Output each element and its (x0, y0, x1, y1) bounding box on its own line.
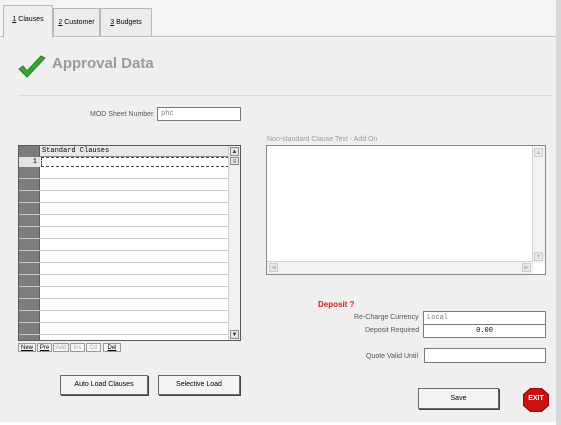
quote-valid-label: Quote Valid Until (366, 353, 419, 360)
textarea-horizontal-scrollbar[interactable]: ◀ ▶ (267, 261, 533, 274)
exit-label: EXIT (528, 395, 544, 402)
checkmark-icon (18, 55, 46, 78)
textarea-vertical-scrollbar[interactable]: ▲ ▼ (532, 146, 545, 263)
grid-vertical-scrollbar[interactable]: ▲ ≡ ▼ (228, 146, 240, 340)
table-row[interactable] (19, 203, 230, 215)
tab-budgets-label: Budgets (114, 19, 142, 26)
tab-strip-divider (0, 36, 561, 37)
scroll-up-icon[interactable]: ▲ (230, 147, 239, 156)
recharge-currency-label: Re-Charge Currency (354, 314, 419, 321)
deposit-required-label: Deposit Required (365, 327, 420, 334)
save-button[interactable]: Save (418, 388, 499, 409)
table-row[interactable] (19, 299, 230, 311)
nonstandard-textarea[interactable]: ▲ ▼ ◀ ▶ (266, 145, 546, 275)
grid-cell-active[interactable] (41, 157, 229, 167)
auto-load-clauses-button[interactable]: Auto Load Clauses (60, 375, 148, 395)
table-row[interactable] (19, 311, 230, 323)
tab-customer[interactable]: 2 Customer (53, 8, 100, 36)
grid-delete-button[interactable]: Del (103, 343, 121, 352)
tab-customer-label: Customer (62, 19, 95, 26)
row-number: 1 (19, 157, 40, 167)
grid-new-button[interactable]: New (18, 343, 36, 352)
scroll-up-icon[interactable]: ▲ (534, 148, 543, 157)
scroll-down-icon[interactable]: ▼ (534, 252, 543, 261)
scroll-down-icon[interactable]: ▼ (230, 330, 239, 339)
scroll-left-icon[interactable]: ◀ (269, 263, 278, 272)
table-row[interactable] (19, 287, 230, 299)
window-edge (556, 0, 561, 425)
tab-clauses-label: Clauses (16, 16, 44, 23)
grid-add-button[interactable]: Add (53, 343, 69, 352)
quote-valid-field[interactable] (424, 348, 546, 363)
table-row[interactable] (19, 227, 230, 239)
nonstandard-label: Non-standard Clause Text - Add On (267, 136, 378, 143)
table-row[interactable] (19, 179, 230, 191)
scroll-thumb[interactable]: ≡ (230, 157, 239, 165)
table-row[interactable] (19, 251, 230, 263)
tab-budgets[interactable]: 3 Budgets (100, 8, 152, 36)
tab-clauses[interactable]: 1 Clauses (3, 5, 53, 39)
grid-prev-button[interactable]: Pre (37, 343, 52, 352)
grid-column-header: Standard Clauses (40, 146, 232, 157)
scroll-right-icon[interactable]: ▶ (522, 263, 531, 272)
grid-insert-button[interactable]: Ins (70, 343, 85, 352)
exit-button[interactable]: EXIT (523, 388, 549, 412)
table-row[interactable] (19, 263, 230, 275)
recharge-currency-field[interactable]: Local (423, 311, 546, 325)
header-divider (18, 95, 553, 96)
table-row[interactable] (19, 275, 230, 287)
table-row[interactable] (19, 239, 230, 251)
table-row[interactable] (19, 167, 230, 179)
mod-sheet-label: MOD Sheet Number (90, 111, 154, 118)
table-row[interactable] (19, 323, 230, 335)
mod-sheet-input[interactable]: phc (157, 107, 241, 121)
selective-load-button[interactable]: Selective Load (158, 375, 240, 395)
deposit-heading: Deposit ? (318, 300, 355, 309)
grid-cd-button[interactable]: Cd (86, 343, 101, 352)
table-row[interactable] (19, 215, 230, 227)
deposit-required-field[interactable]: 0.00 (423, 324, 546, 338)
table-row[interactable] (19, 191, 230, 203)
standard-clauses-grid[interactable]: Standard Clauses 1 ▲ ≡ ▼ (18, 145, 241, 341)
page-title: Approval Data (52, 55, 154, 72)
